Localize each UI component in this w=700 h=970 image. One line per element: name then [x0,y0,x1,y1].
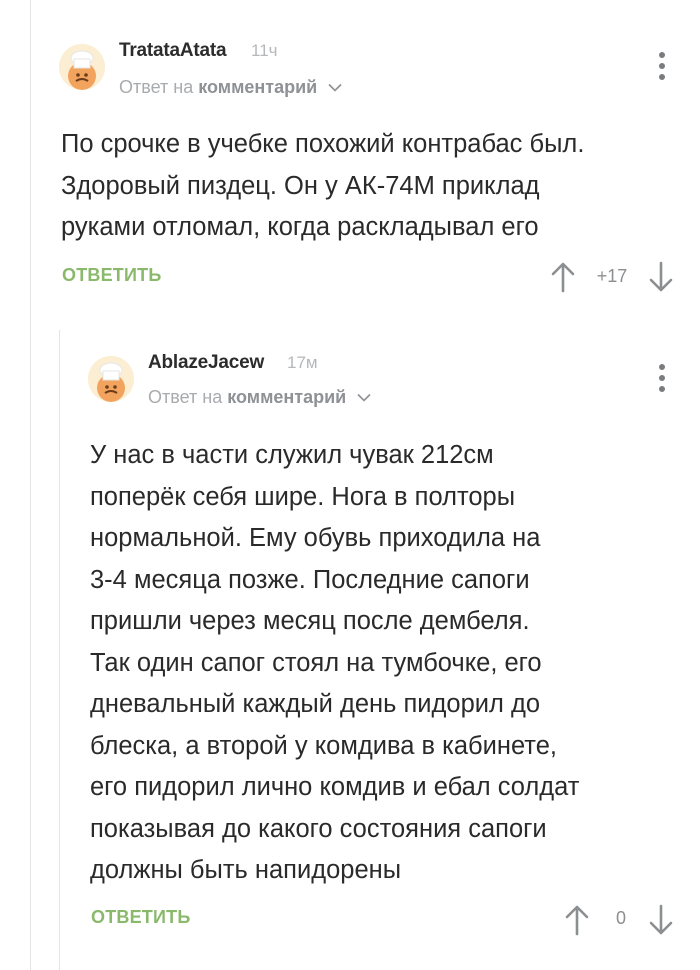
comment-actions: ОТВЕТИТЬ +17 [62,258,700,298]
comment-text-line: нормальной. Ему обувь приходила на [90,524,541,552]
kebab-menu-icon[interactable] [656,52,668,82]
comment-text-line: 3-4 месяца позже. Последние сапоги [90,565,530,594]
comment-rating: +17 [596,266,628,286]
reply-to-info: Ответ на комментарий [119,77,342,98]
comment-text-line: поперёк себя шире. Нога в полторы [90,482,516,511]
reply-to-link[interactable]: комментарий [227,387,346,407]
comment-time: 11ч [251,41,278,60]
arrow-down-icon[interactable] [648,261,674,293]
reply-button[interactable]: ОТВЕТИТЬ [62,265,161,286]
comment-text: По срочке в учебке похожий контрабас был… [61,124,584,249]
reply-to-prefix: Ответ на [119,77,194,97]
reply-to-link[interactable]: комментарий [198,77,317,97]
comment-time: 17м [287,353,318,372]
comment-text-line: блеска, а второй у комдива в кабинете, [90,731,557,760]
comment: TratataAtata 11ч Ответ на комментарий По… [0,0,700,330]
user-avatar-icon[interactable] [59,44,105,90]
chevron-down-icon[interactable] [328,76,342,97]
arrow-up-icon[interactable] [550,261,576,293]
comment-text-line: пришли через месяц после дембеля. [90,607,530,635]
comment-text-line: руками отломал, когда раскладывал его [61,213,539,241]
comment-author[interactable]: TratataAtata [119,40,227,62]
comment-text-line: дневальный каждый день пидорил до [90,690,541,718]
reply-to-info: Ответ на комментарий [148,387,371,408]
comment-rating: 0 [615,908,626,928]
comment-text: У нас в части служил чувак 212см поперёк… [90,435,579,892]
comment-text-line: По срочке в учебке похожий контрабас был… [61,130,585,158]
kebab-menu-icon[interactable] [656,364,668,394]
comment-text-line: его пидорил лично комдив и ебал солдат [90,773,580,801]
comment-text-line: Так один сапог стоял на тумбочке, его [90,648,542,677]
comment-text-line: У нас в части служил чувак 212см [90,441,494,469]
comment-author[interactable]: AblazeJacew [148,352,264,374]
comment-text-line: показывая до какого состояния сапоги [90,814,547,843]
comment-text-line: Здоровый пиздец. Он у АК-74М приклад [61,171,540,200]
arrow-up-icon[interactable] [564,904,590,936]
chevron-down-icon[interactable] [357,386,371,407]
comment: AblazeJacew 17м Ответ на комментарий У н… [0,330,700,970]
reply-button[interactable]: ОТВЕТИТЬ [91,907,190,928]
comments-page: TratataAtata 11ч Ответ на комментарий По… [0,0,700,970]
comment-actions: ОТВЕТИТЬ 0 [91,900,700,940]
reply-to-prefix: Ответ на [148,387,223,407]
comment-text-line: должны быть напидорены [90,856,402,884]
user-avatar-icon[interactable] [88,356,134,402]
arrow-down-icon[interactable] [648,904,674,936]
